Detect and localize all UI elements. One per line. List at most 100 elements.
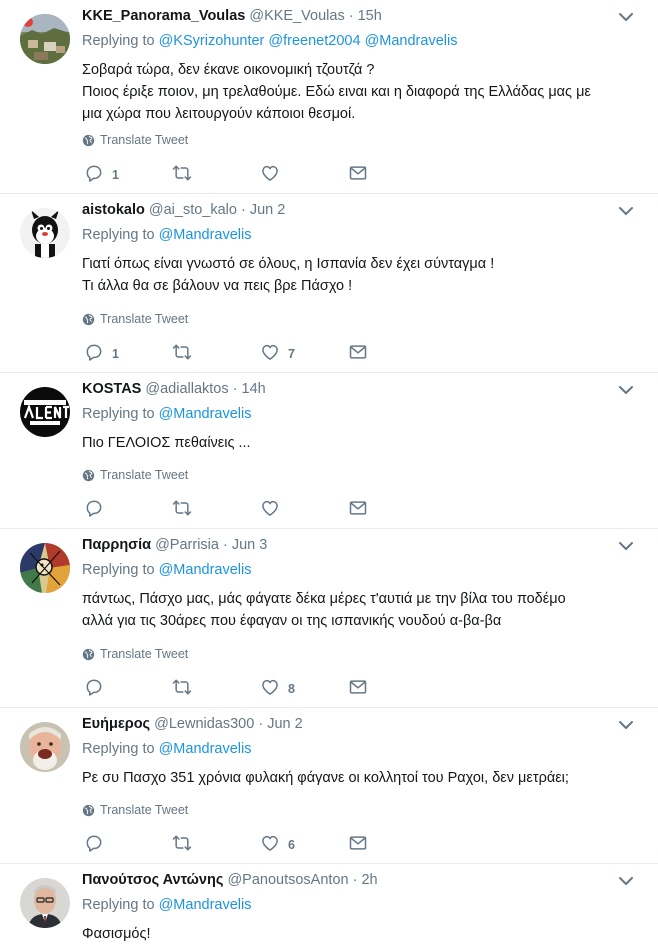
author-name[interactable]: Πανούτσος Αντώνης <box>82 872 223 888</box>
author-name[interactable]: Ευήμερος <box>82 716 150 732</box>
chevron-down-icon[interactable] <box>618 204 634 216</box>
timestamp[interactable]: 15h <box>358 8 382 24</box>
author-handle[interactable]: @PanoutsosAnton <box>227 872 348 888</box>
author-handle[interactable]: @ai_sto_kalo <box>149 202 237 218</box>
tweet-header: KOSTAS @adiallaktos · 14h <box>82 380 266 398</box>
chevron-down-icon[interactable] <box>618 383 634 395</box>
mention-link[interactable]: @Mandravelis <box>159 227 252 243</box>
replying-to-label: Replying to <box>82 33 155 49</box>
like-button[interactable]: 6 <box>260 835 295 855</box>
tweet[interactable]: KOSTAS @adiallaktos · 14h Replying to @Ma… <box>0 373 658 529</box>
timestamp[interactable]: Jun 2 <box>250 202 285 218</box>
envelope-icon <box>348 833 368 858</box>
timestamp[interactable]: Jun 2 <box>267 716 302 732</box>
direct-message-button[interactable] <box>348 835 368 855</box>
tweet-text-line: μια χώρα που λειτουργούν κάποιοι θεσμοί. <box>82 106 356 122</box>
replying-to: Replying to @Mandravelis <box>82 562 251 578</box>
tweet-text: Ρε συ Πασχο 351 χρόνια φυλακή φάγανε οι … <box>82 767 569 789</box>
replying-to: Replying to @Mandravelis <box>82 227 251 243</box>
mention-link[interactable]: @Mandravelis <box>159 562 252 578</box>
mention-link[interactable]: @Mandravelis <box>159 897 252 913</box>
avatar[interactable] <box>20 14 70 64</box>
translate-label: Translate Tweet <box>100 803 189 817</box>
translate-tweet-link[interactable]: Translate Tweet <box>82 647 188 661</box>
reply-feed: KKE_Panorama_Voulas @KKE_Voulas · 15h Rep… <box>0 0 658 950</box>
author-handle[interactable]: @adiallaktos <box>145 381 228 397</box>
tweet[interactable]: aistokalo @ai_sto_kalo · Jun 2 Replying t… <box>0 194 658 373</box>
tweet-header: Ευήμερος @Lewnidas300 · Jun 2 <box>82 715 303 733</box>
reply-button[interactable] <box>84 835 104 855</box>
retweet-button[interactable] <box>172 165 192 185</box>
direct-message-button[interactable] <box>348 344 368 364</box>
direct-message-button[interactable] <box>348 500 368 520</box>
tweet-text-line: Ποιος έριξε ποιον, μη τρελαθούμε. Εδώ ει… <box>82 84 591 100</box>
translate-tweet-link[interactable]: Translate Tweet <box>82 803 188 817</box>
tweet[interactable]: Παρρησία @Parrisia · Jun 3 Replying to @M… <box>0 529 658 708</box>
reply-button[interactable] <box>84 500 104 520</box>
tweet-text: Γιατί όπως είναι γνωστό σε όλους, η Ισπα… <box>82 253 494 297</box>
retweet-button[interactable] <box>172 679 192 699</box>
like-button[interactable]: 7 <box>260 344 295 364</box>
translate-tweet-link[interactable]: Translate Tweet <box>82 312 188 326</box>
timestamp[interactable]: 14h <box>242 381 266 397</box>
timestamp[interactable]: 2h <box>361 872 377 888</box>
mention-link[interactable]: @Mandravelis <box>365 33 458 49</box>
author-handle[interactable]: @Parrisia <box>155 537 219 553</box>
mention-link[interactable]: @KSyrizohunter <box>159 33 265 49</box>
retweet-button[interactable] <box>172 344 192 364</box>
retweet-icon <box>172 342 192 367</box>
reply-button[interactable]: 1 <box>84 344 119 364</box>
replying-to: Replying to @KSyrizohunter @freenet2004 … <box>82 33 457 49</box>
replies-count: 1 <box>112 168 119 182</box>
author-name[interactable]: KOSTAS <box>82 381 141 397</box>
avatar[interactable] <box>20 722 70 772</box>
author-name[interactable]: Παρρησία <box>82 537 151 553</box>
chevron-down-icon[interactable] <box>618 874 634 886</box>
translate-tweet-link[interactable]: Translate Tweet <box>82 133 188 147</box>
chevron-down-icon[interactable] <box>618 539 634 551</box>
globe-icon <box>82 313 95 326</box>
author-name[interactable]: aistokalo <box>82 202 145 218</box>
tweet[interactable]: Πανούτσος Αντώνης @PanoutsosAnton · 2h Re… <box>0 864 658 950</box>
replying-to-label: Replying to <box>82 897 155 913</box>
translate-tweet-link[interactable]: Translate Tweet <box>82 468 188 482</box>
mention-link[interactable]: @Mandravelis <box>159 741 252 757</box>
tweet-text: Σοβαρά τώρα, δεν έκανε οικονομική τζουτζ… <box>82 59 591 125</box>
tweet-actions: 8 <box>84 679 384 699</box>
timestamp[interactable]: Jun 3 <box>232 537 267 553</box>
separator-dot: · <box>228 381 242 397</box>
tweet-text-line: Γιατί όπως είναι γνωστό σε όλους, η Ισπα… <box>82 256 495 272</box>
chevron-down-icon[interactable] <box>618 718 634 730</box>
retweet-button[interactable] <box>172 835 192 855</box>
heart-icon <box>260 163 280 188</box>
tweet-text: πάντως, Πάσχο μας, μάς φάγατε δέκα μέρες… <box>82 588 566 632</box>
reply-icon <box>84 677 104 702</box>
like-button[interactable]: 8 <box>260 679 295 699</box>
heart-icon <box>260 342 280 367</box>
avatar[interactable] <box>20 208 70 258</box>
direct-message-button[interactable] <box>348 165 368 185</box>
globe-icon <box>82 469 95 482</box>
avatar[interactable] <box>20 387 70 437</box>
retweet-button[interactable] <box>172 500 192 520</box>
author-handle[interactable]: @KKE_Voulas <box>249 8 344 24</box>
mention-link[interactable]: @freenet2004 <box>268 33 360 49</box>
avatar[interactable] <box>20 543 70 593</box>
author-handle[interactable]: @Lewnidas300 <box>154 716 254 732</box>
replying-to: Replying to @Mandravelis <box>82 406 251 422</box>
avatar[interactable] <box>20 878 70 928</box>
tweet[interactable]: Ευήμερος @Lewnidas300 · Jun 2 Replying to… <box>0 708 658 864</box>
reply-button[interactable]: 1 <box>84 165 119 185</box>
separator-dot: · <box>348 872 362 888</box>
reply-button[interactable] <box>84 679 104 699</box>
like-button[interactable] <box>260 500 280 520</box>
tweet-text-line: αλλά για τις 30άρες που έφαγαν οι της ισ… <box>82 613 502 629</box>
chevron-down-icon[interactable] <box>618 10 634 22</box>
separator-dot: · <box>218 537 232 553</box>
mention-link[interactable]: @Mandravelis <box>159 406 252 422</box>
tweet-header: Πανούτσος Αντώνης @PanoutsosAnton · 2h <box>82 871 378 889</box>
direct-message-button[interactable] <box>348 679 368 699</box>
tweet[interactable]: KKE_Panorama_Voulas @KKE_Voulas · 15h Rep… <box>0 0 658 194</box>
author-name[interactable]: KKE_Panorama_Voulas <box>82 8 245 24</box>
like-button[interactable] <box>260 165 280 185</box>
